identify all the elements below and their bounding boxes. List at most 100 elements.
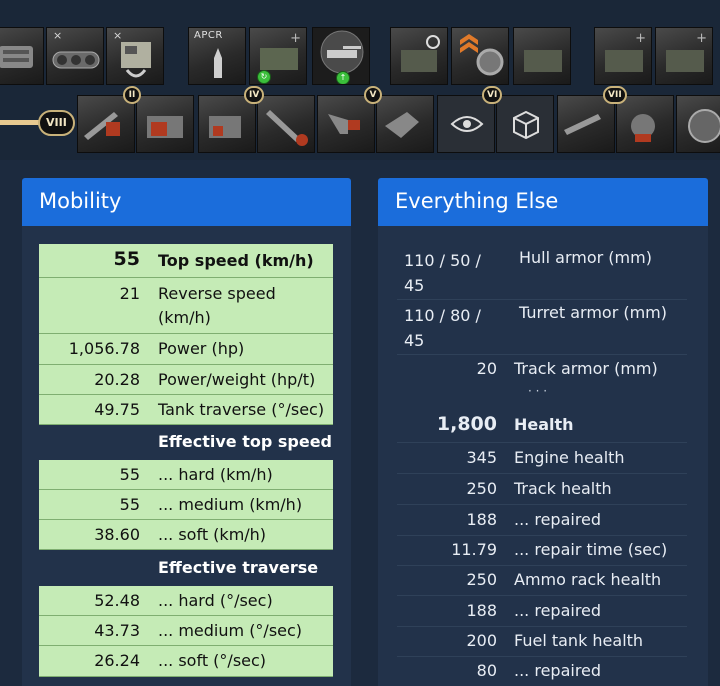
stat-value: 38.60 bbox=[94, 525, 140, 544]
stat-label: ... repaired bbox=[514, 661, 602, 680]
turret-icon bbox=[209, 116, 241, 138]
tier-badge-vi: VI bbox=[482, 86, 503, 104]
module-slot-mech-2[interactable] bbox=[376, 95, 434, 153]
stat-label: Tank traverse (°/sec) bbox=[158, 400, 325, 419]
equipment-slot-5[interactable]: + bbox=[655, 27, 713, 85]
stat-label: Power/weight (hp/t) bbox=[158, 370, 316, 389]
stat-label: Health bbox=[514, 415, 574, 434]
effective-speed-header: Effective top speed bbox=[158, 432, 333, 451]
mobility-title: Mobility bbox=[22, 178, 351, 226]
stat-value: 1,056.78 bbox=[68, 339, 140, 358]
stat-value: 55 bbox=[119, 495, 140, 514]
equipment-slot-2[interactable] bbox=[451, 27, 509, 85]
stat-label: ... soft (km/h) bbox=[158, 525, 267, 544]
stat-row: 250 Track health bbox=[397, 474, 687, 505]
breech-icon bbox=[631, 114, 655, 142]
barrel-icon bbox=[266, 110, 308, 146]
stat-label: ... medium (°/sec) bbox=[158, 621, 303, 640]
gauge-icon bbox=[688, 109, 720, 143]
stat-label: Engine health bbox=[514, 448, 625, 467]
stat-value: 250 bbox=[466, 479, 497, 498]
breech-icon bbox=[147, 116, 183, 138]
mobility-row: 21 Reverse speed (km/h) bbox=[39, 278, 333, 334]
gun-icon bbox=[84, 112, 120, 140]
refresh-icon: ↻ bbox=[257, 70, 271, 84]
crate-icon bbox=[605, 50, 643, 72]
equipment-bar: × × APCR + ↻ ↑ + + VIII II IV V VI VII bbox=[0, 0, 720, 160]
mobility-row: 38.60 ... soft (km/h) bbox=[39, 520, 333, 550]
stat-value: 200 bbox=[466, 631, 497, 650]
stat-label: ... repaired bbox=[514, 510, 602, 529]
stat-value: 55 bbox=[119, 465, 140, 484]
engine-icon bbox=[0, 46, 33, 68]
module-slot-turret-1[interactable] bbox=[198, 95, 256, 153]
mobility-row: 55 ... hard (km/h) bbox=[39, 460, 333, 490]
stat-row: 11.79 ... repair time (sec) bbox=[397, 535, 687, 566]
mobility-row: 52.48 ... hard (°/sec) bbox=[39, 586, 333, 616]
engine-slot[interactable] bbox=[0, 27, 44, 85]
tier-badge-v: V bbox=[364, 86, 382, 104]
module-slot-turret-2[interactable] bbox=[257, 95, 315, 153]
module-slot-gun-2[interactable] bbox=[136, 95, 194, 153]
gun-icon bbox=[564, 114, 601, 135]
module-slot-mech-1[interactable] bbox=[317, 95, 375, 153]
equipment-slot-1[interactable] bbox=[390, 27, 448, 85]
stat-row: 250 Ammo rack health bbox=[397, 565, 687, 596]
module-slot-gun-1[interactable] bbox=[77, 95, 135, 153]
stat-value: 43.73 bbox=[94, 621, 140, 640]
tracks-icon bbox=[52, 51, 100, 69]
ellipsis-separator: · · · bbox=[528, 384, 548, 398]
shell-slot[interactable]: APCR bbox=[188, 27, 246, 85]
stat-label: Track armor (mm) bbox=[514, 359, 658, 378]
mechanism-icon bbox=[385, 112, 419, 138]
model-view-slot[interactable] bbox=[496, 95, 554, 153]
armor-row: 20 Track armor (mm) bbox=[397, 354, 687, 384]
consumable-box-slot[interactable]: + ↻ bbox=[249, 27, 307, 85]
stat-value: 11.79 bbox=[451, 540, 497, 559]
stat-label: ... hard (km/h) bbox=[158, 465, 273, 484]
stat-row: 188 ... repaired bbox=[397, 505, 687, 536]
equipment-slot-4[interactable]: + bbox=[594, 27, 652, 85]
tier-badge-viii: VIII bbox=[38, 110, 75, 136]
stat-row: 188 ... repaired bbox=[397, 596, 687, 627]
eye-icon bbox=[450, 116, 484, 132]
tier-progress-line bbox=[0, 120, 42, 125]
stat-value: 26.24 bbox=[94, 651, 140, 670]
tracks-slot[interactable]: × bbox=[46, 27, 104, 85]
stat-label: Turret armor (mm) bbox=[519, 303, 668, 322]
crate-icon bbox=[524, 50, 562, 72]
everything-else-title: Everything Else bbox=[378, 178, 708, 226]
stat-row: 80 ... repaired bbox=[397, 656, 687, 686]
mobility-row: 55 ... medium (km/h) bbox=[39, 490, 333, 520]
upgrade-arrow-icon: ↑ bbox=[336, 71, 350, 84]
stat-value: 188 bbox=[466, 601, 497, 620]
stat-label: ... repair time (sec) bbox=[514, 540, 668, 559]
tier-badge-vii: VII bbox=[603, 86, 627, 104]
stat-label: ... medium (km/h) bbox=[158, 495, 303, 514]
stat-label: ... repaired bbox=[514, 601, 602, 620]
stat-value: 250 bbox=[466, 570, 497, 589]
view-toggle-slot[interactable] bbox=[437, 95, 495, 153]
mechanism-icon bbox=[328, 114, 360, 134]
stat-value: 52.48 bbox=[94, 591, 140, 610]
stat-label: ... hard (°/sec) bbox=[158, 591, 273, 610]
mobility-row: 26.24 ... soft (°/sec) bbox=[39, 646, 333, 677]
stat-label: Fuel tank health bbox=[514, 631, 644, 650]
stat-value: 49.75 bbox=[94, 400, 140, 419]
stat-row: 345 Engine health bbox=[397, 443, 687, 474]
stat-value: 20.28 bbox=[94, 370, 140, 389]
stat-value: 188 bbox=[466, 510, 497, 529]
tier-badge-ii: II bbox=[123, 86, 141, 104]
stat-value: 80 bbox=[476, 661, 497, 680]
module-slot-extra[interactable] bbox=[676, 95, 720, 153]
stat-value: 21 bbox=[119, 284, 140, 303]
crate-icon bbox=[401, 35, 440, 72]
module-slot-gun-4[interactable] bbox=[616, 95, 674, 153]
stat-label: Power (hp) bbox=[158, 339, 245, 358]
radio-slot[interactable]: × bbox=[106, 27, 164, 85]
cube-icon bbox=[513, 110, 539, 140]
module-slot-gun-3[interactable] bbox=[557, 95, 615, 153]
stat-value: 1,800 bbox=[436, 413, 497, 435]
equipment-slot-3[interactable] bbox=[513, 27, 571, 85]
tank-slot[interactable]: ↑ bbox=[312, 27, 370, 85]
